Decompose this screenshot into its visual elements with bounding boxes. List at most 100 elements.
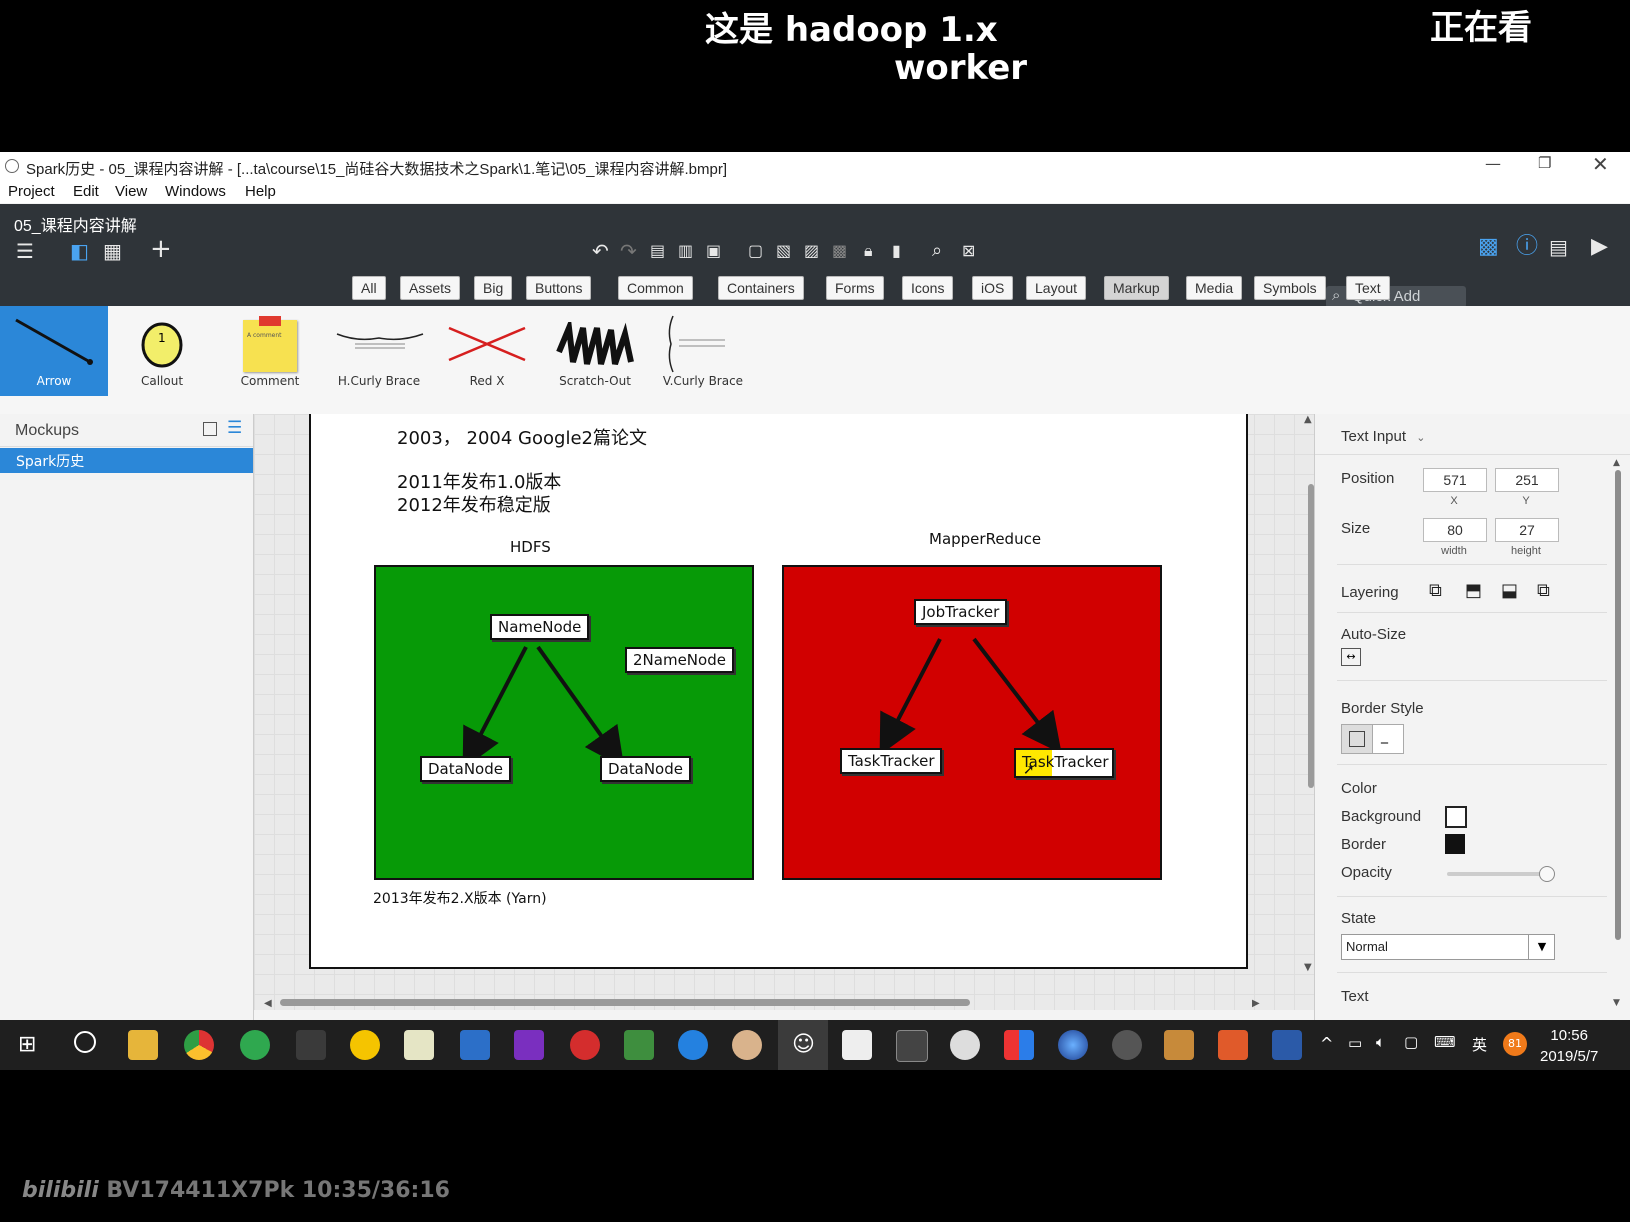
panda-icon[interactable]: [950, 1030, 980, 1060]
position-y-input[interactable]: 251: [1495, 468, 1559, 492]
search-circle-icon[interactable]: [74, 1031, 96, 1053]
single-view-icon[interactable]: [203, 422, 217, 436]
properties-scroll-thumb[interactable]: [1615, 470, 1621, 940]
avatar-icon[interactable]: [732, 1030, 762, 1060]
tray-chevron-icon[interactable]: ^: [1320, 1034, 1333, 1053]
bring-forward-icon[interactable]: ⬒: [1465, 580, 1482, 601]
foxit-icon[interactable]: [1218, 1030, 1248, 1060]
position-x-input[interactable]: 571: [1423, 468, 1487, 492]
width-input[interactable]: 80: [1423, 518, 1487, 542]
auto-size-toggle-icon[interactable]: ↔: [1341, 648, 1361, 666]
align-icon[interactable]: ▩: [832, 240, 847, 262]
trash-icon[interactable]: ▮: [892, 240, 901, 262]
scroll-right-icon[interactable]: ▶: [1252, 998, 1260, 1009]
network-icon[interactable]: ▢: [1404, 1033, 1418, 1051]
presentation-icon[interactable]: ▶: [1591, 236, 1608, 258]
system-clock[interactable]: 10:56 2019/5/7: [1540, 1025, 1598, 1067]
settings-gear-icon[interactable]: [1112, 1030, 1142, 1060]
menu-project[interactable]: Project: [8, 183, 55, 200]
typora-icon[interactable]: [842, 1030, 872, 1060]
chrome-icon[interactable]: [184, 1030, 214, 1060]
balsamiq-active-icon[interactable]: ☺: [778, 1020, 828, 1070]
store-icon[interactable]: ▩: [1478, 236, 1499, 258]
border-solid-button[interactable]: [1341, 724, 1373, 754]
intellij-icon[interactable]: [514, 1030, 544, 1060]
filter-tab-markup[interactable]: Markup: [1104, 276, 1169, 300]
info-icon[interactable]: ⓘ: [1516, 236, 1538, 258]
state-select[interactable]: Normal ▼: [1341, 934, 1555, 960]
label-hdfs[interactable]: HDFS: [510, 538, 551, 556]
ime-indicator[interactable]: 英: [1472, 1034, 1487, 1055]
datanode-right-node[interactable]: DataNode: [600, 756, 691, 782]
search-zoom-icon[interactable]: ⌕: [932, 240, 942, 262]
file-explorer-icon[interactable]: [128, 1030, 158, 1060]
border-none-button[interactable]: _: [1372, 724, 1404, 754]
close-button[interactable]: ✕: [1592, 152, 1609, 176]
filter-tab-buttons[interactable]: Buttons: [526, 276, 592, 300]
scroll-up-icon[interactable]: ▲: [1613, 458, 1620, 468]
media-player-icon[interactable]: [678, 1030, 708, 1060]
horizontal-scroll-thumb[interactable]: [280, 999, 970, 1006]
lock-icon[interactable]: 🔒︎: [864, 240, 873, 262]
scroll-down-icon[interactable]: ▼: [1613, 998, 1620, 1008]
send-to-back-icon[interactable]: ⧉: [1537, 580, 1550, 601]
namenode-node[interactable]: NameNode: [490, 614, 590, 640]
filter-tab-common[interactable]: Common: [618, 276, 693, 300]
palette-redx[interactable]: Red X: [433, 306, 541, 396]
scroll-down-icon[interactable]: ▼: [1304, 962, 1312, 973]
palette-callout[interactable]: 1 Callout: [108, 306, 216, 396]
background-color-swatch[interactable]: [1445, 806, 1467, 828]
volume-muted-icon[interactable]: 🔈︎: [1376, 1033, 1385, 1051]
menu-help[interactable]: Help: [245, 183, 276, 200]
border-color-swatch[interactable]: [1445, 834, 1465, 854]
snail-icon[interactable]: [570, 1030, 600, 1060]
app-window-icon[interactable]: [460, 1030, 490, 1060]
properties-scrollbar[interactable]: ▲ ▼: [1613, 458, 1623, 1010]
filter-tab-text[interactable]: Text: [1346, 276, 1390, 300]
restore-button[interactable]: ❐: [1538, 154, 1551, 172]
minimize-button[interactable]: —: [1485, 154, 1501, 173]
camera-icon[interactable]: [624, 1030, 654, 1060]
panel-view-icon[interactable]: ◧: [70, 240, 89, 262]
filter-tab-ios[interactable]: iOS: [972, 276, 1014, 300]
palette-comment[interactable]: A comment Comment: [216, 306, 324, 396]
word-icon[interactable]: [1272, 1030, 1302, 1060]
send-backward-icon[interactable]: ⬓: [1501, 580, 1518, 601]
secondary-namenode-node[interactable]: 2NameNode: [625, 647, 734, 673]
browser-360-icon[interactable]: [240, 1030, 270, 1060]
hamburger-menu-icon[interactable]: ☰: [16, 240, 34, 262]
datanode-left-node[interactable]: DataNode: [420, 756, 511, 782]
filter-tab-big[interactable]: Big: [474, 276, 513, 300]
opacity-slider-thumb[interactable]: [1539, 866, 1555, 882]
notepad-icon[interactable]: [404, 1030, 434, 1060]
menu-edit[interactable]: Edit: [73, 183, 99, 200]
group-icon[interactable]: ▢: [748, 240, 763, 262]
filter-tab-containers[interactable]: Containers: [718, 276, 804, 300]
keyboard-icon[interactable]: ⌨: [1434, 1033, 1456, 1051]
fullscreen-icon[interactable]: ⊠: [962, 240, 975, 262]
control-type-dropdown[interactable]: Text Input ⌄: [1341, 428, 1425, 445]
label-mapreduce[interactable]: MapperReduce: [929, 530, 1041, 548]
height-input[interactable]: 27: [1495, 518, 1559, 542]
menu-windows[interactable]: Windows: [165, 183, 226, 200]
opacity-slider[interactable]: [1447, 866, 1555, 882]
mockup-item[interactable]: Spark历史: [0, 448, 253, 473]
scroll-left-icon[interactable]: ◀: [264, 998, 272, 1009]
filter-tab-icons[interactable]: Icons: [902, 276, 954, 300]
app-icon[interactable]: [296, 1030, 326, 1060]
grid-view-icon[interactable]: ▦: [103, 240, 122, 262]
text-papers[interactable]: 2003， 2004 Google2篇论文: [397, 424, 647, 450]
add-icon[interactable]: +: [150, 236, 172, 262]
filter-tab-all[interactable]: All: [352, 276, 386, 300]
undo-icon[interactable]: ↶: [592, 240, 609, 262]
redo-icon[interactable]: ↷: [620, 240, 637, 262]
paste-icon[interactable]: ▣: [706, 240, 721, 262]
horizontal-scrollbar[interactable]: ◀ ▶: [264, 998, 1260, 1009]
scroll-up-icon[interactable]: ▲: [1304, 414, 1312, 425]
palette-scratchout[interactable]: Scratch-Out: [541, 306, 649, 396]
arrange-icon[interactable]: ▨: [804, 240, 819, 262]
menu-view[interactable]: View: [115, 183, 147, 200]
office-tiles-icon[interactable]: [1004, 1030, 1034, 1060]
bring-to-front-icon[interactable]: ⧉: [1429, 580, 1442, 601]
filter-tab-symbols[interactable]: Symbols: [1254, 276, 1326, 300]
